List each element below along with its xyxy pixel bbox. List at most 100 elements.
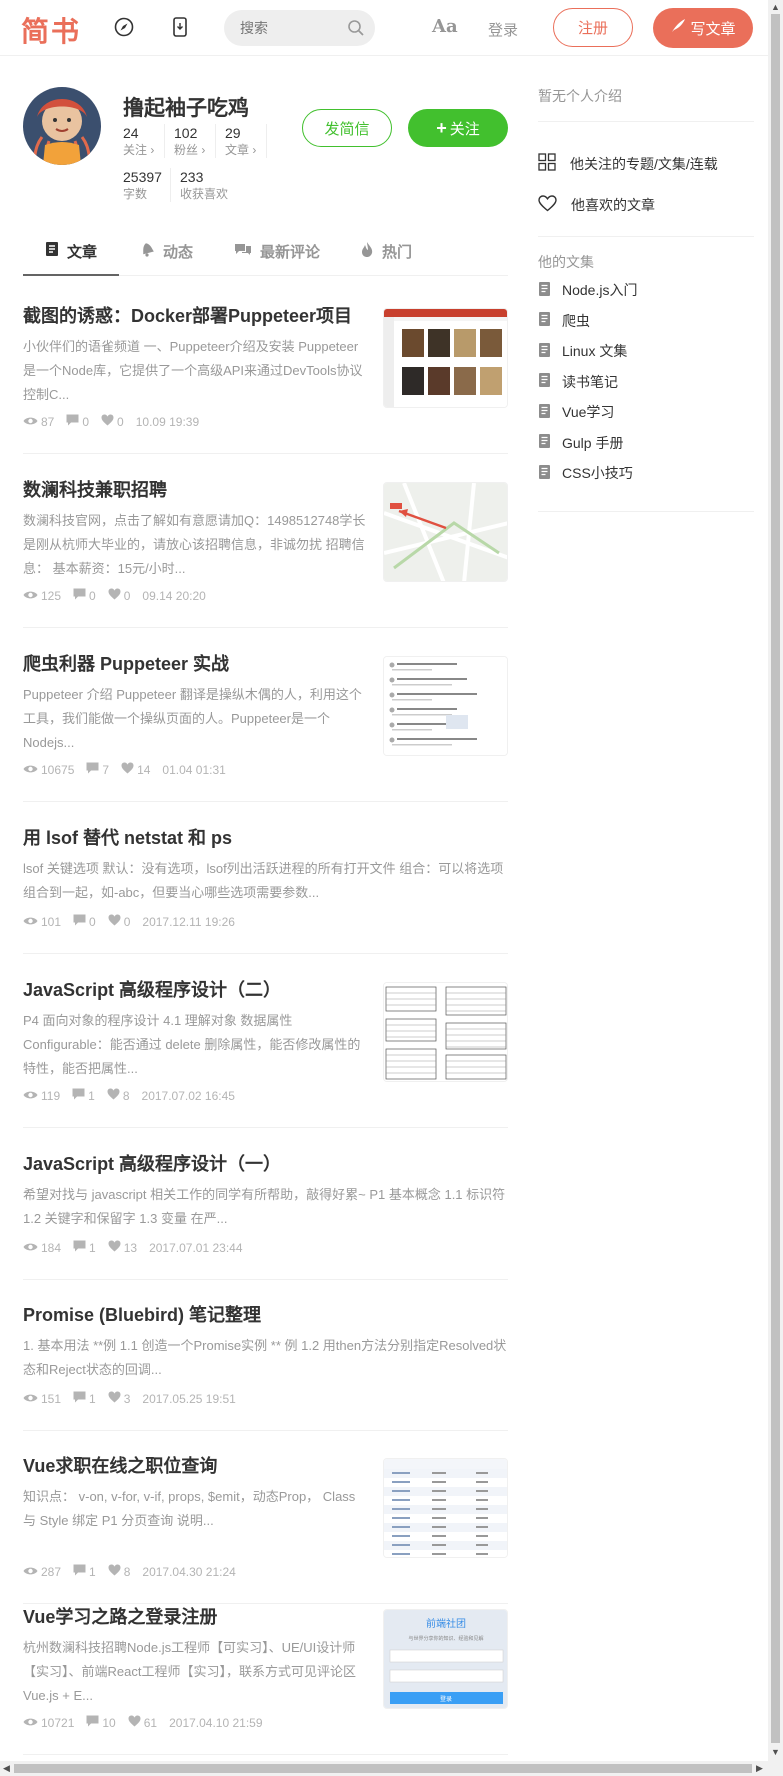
article-title[interactable]: 用 lsof 替代 netstat 和 ps	[23, 824, 232, 850]
scroll-up-arrow-icon[interactable]: ▲	[771, 2, 780, 12]
user-name[interactable]: 撸起袖子吃鸡	[123, 92, 249, 122]
article-title[interactable]: 截图的诱惑：Docker部署Puppeteer项目	[23, 302, 352, 328]
article-item[interactable]: Vue学习之路之登录注册 杭州数澜科技招聘Node.js工程师【可实习】、UE/U…	[23, 1603, 508, 1755]
mobile-download-icon[interactable]	[169, 16, 191, 38]
article-title[interactable]: Vue求职在线之职位查询	[23, 1452, 217, 1478]
article-item[interactable]: 数澜科技兼职招聘 数澜科技官网，点击了解如有意愿请加Q：1498512748学长是…	[23, 476, 508, 628]
article-item[interactable]: Vue求职在线之职位查询 知识点： v-on, v-for, v-if, prop…	[23, 1452, 508, 1604]
article-item[interactable]: JavaScript 高级程序设计（二） P4 面向对象的程序设计 4.1 理解对…	[23, 976, 508, 1128]
collection-item[interactable]: Linux 文集	[538, 341, 627, 361]
comment-icon	[72, 1088, 85, 1103]
stat-label: 文章 ›	[225, 143, 257, 157]
search-icon[interactable]	[347, 19, 365, 42]
views: 184	[23, 1241, 61, 1255]
stat-followers[interactable]: 102 粉丝 ›	[174, 124, 205, 158]
followed-topics-link[interactable]: 他关注的专题/文集/连载	[538, 153, 718, 174]
divider	[538, 511, 754, 512]
search-box	[224, 10, 375, 46]
compass-icon[interactable]	[113, 16, 135, 38]
collection-item[interactable]: Node.js入门	[538, 280, 637, 300]
publish-time: 2017.07.01 23:44	[149, 1240, 243, 1255]
collection-name: Node.js入门	[562, 282, 638, 298]
bell-icon	[140, 241, 155, 261]
tab-activity[interactable]: 动态	[140, 228, 193, 276]
article-meta: 151 1 3 2017.05.25 19:51	[23, 1391, 236, 1406]
views-count: 87	[41, 414, 55, 429]
collection-item[interactable]: 爬虫	[538, 311, 590, 331]
font-size-toggle[interactable]: Aa	[432, 16, 458, 37]
article-title[interactable]: Promise (Bluebird) 笔记整理	[23, 1301, 261, 1327]
scroll-down-arrow-icon[interactable]: ▼	[771, 1747, 780, 1757]
article-title[interactable]: 爬虫利器 Puppeteer 实战	[23, 650, 229, 676]
stat-following[interactable]: 24 关注 ›	[123, 124, 154, 158]
likes-count: 0	[117, 414, 124, 429]
tab-articles[interactable]: 文章	[23, 228, 119, 276]
article-thumbnail[interactable]	[383, 656, 508, 756]
jianshu-logo[interactable]: 简书	[21, 10, 81, 50]
comments[interactable]: 0	[73, 914, 96, 929]
article-title[interactable]: Vue学习之路之登录注册	[23, 1603, 217, 1629]
article-title[interactable]: JavaScript 高级程序设计（二）	[23, 976, 281, 1002]
signup-button[interactable]: 注册	[553, 8, 633, 47]
comments[interactable]: 1	[73, 1391, 96, 1406]
collection-item[interactable]: Gulp 手册	[538, 433, 623, 453]
collection-item[interactable]: CSS小技巧	[538, 463, 633, 483]
views-count: 119	[41, 1088, 61, 1103]
collection-item[interactable]: 读书笔记	[538, 372, 618, 392]
collections-heading: 他的文集	[538, 254, 594, 270]
views: 151	[23, 1392, 61, 1406]
comments[interactable]: 0	[66, 414, 89, 429]
article-thumbnail[interactable]	[383, 482, 508, 582]
login-link[interactable]: 登录	[488, 19, 518, 40]
eye-icon	[23, 763, 38, 777]
comments[interactable]: 0	[73, 588, 96, 603]
vertical-scroll-thumb[interactable]	[771, 14, 780, 1743]
comment-icon	[73, 588, 86, 603]
eye-icon	[23, 1565, 38, 1579]
likes-count: 14	[137, 762, 151, 777]
avatar[interactable]	[23, 87, 101, 165]
horizontal-scroll-thumb[interactable]	[14, 1764, 752, 1773]
article-thumbnail[interactable]	[383, 982, 508, 1082]
collection-item[interactable]: Vue学习	[538, 402, 614, 422]
article-title[interactable]: 数澜科技兼职招聘	[23, 476, 167, 502]
article-thumbnail[interactable]	[383, 308, 508, 408]
stat-articles[interactable]: 29 文章 ›	[225, 124, 256, 158]
views-count: 287	[41, 1564, 62, 1579]
article-item[interactable]: JavaScript 高级程序设计（一） 希望对找与 javascript 相关工…	[23, 1150, 508, 1280]
horizontal-scrollbar[interactable]: ◀ ▶	[0, 1761, 783, 1776]
views-count: 125	[41, 588, 62, 603]
liked-articles-link[interactable]: 他喜欢的文章	[538, 195, 655, 215]
comments[interactable]: 7	[86, 762, 109, 777]
scroll-left-arrow-icon[interactable]: ◀	[3, 1763, 10, 1774]
stat-number: 29	[225, 125, 241, 141]
search-input[interactable]	[240, 10, 350, 46]
comments[interactable]: 1	[73, 1240, 96, 1255]
article-item[interactable]: 截图的诱惑：Docker部署Puppeteer项目 小伙伴们的语雀频道 一、Pup…	[23, 302, 508, 454]
article-thumbnail[interactable]: 前端社团 与世界分享你的知识、经验和见解 登录	[383, 1609, 508, 1709]
comment-icon	[86, 762, 99, 777]
collection-name: 读书笔记	[562, 373, 618, 390]
tab-hot[interactable]: 热门	[360, 228, 412, 276]
comment-icon	[73, 1391, 86, 1406]
comments[interactable]: 1	[73, 1564, 96, 1579]
follow-button[interactable]: + 关注	[408, 109, 508, 147]
document-icon	[45, 241, 59, 261]
write-article-button[interactable]: 写文章	[653, 8, 753, 48]
article-thumbnail[interactable]	[383, 1458, 508, 1558]
write-article-label: 写文章	[690, 20, 736, 38]
comments[interactable]: 10	[86, 1715, 116, 1730]
divider	[538, 121, 754, 122]
send-message-button[interactable]: 发简信	[302, 109, 392, 147]
article-item[interactable]: Promise (Bluebird) 笔记整理 1. 基本用法 **例 1.1 创…	[23, 1301, 508, 1431]
comments[interactable]: 1	[72, 1088, 95, 1103]
scroll-right-arrow-icon[interactable]: ▶	[756, 1763, 763, 1774]
views: 101	[23, 915, 61, 929]
article-item[interactable]: 用 lsof 替代 netstat 和 ps lsof 关键选项 默认：没有选项，…	[23, 824, 508, 954]
article-item[interactable]: 爬虫利器 Puppeteer 实战 Puppeteer 介绍 Puppeteer …	[23, 650, 508, 802]
vertical-scrollbar[interactable]: ▲ ▼	[768, 0, 783, 1761]
article-title[interactable]: JavaScript 高级程序设计（一）	[23, 1150, 281, 1176]
tab-latest-comments[interactable]: 最新评论	[234, 228, 320, 276]
heart-icon	[538, 195, 557, 215]
likes-count: 61	[143, 1715, 158, 1730]
